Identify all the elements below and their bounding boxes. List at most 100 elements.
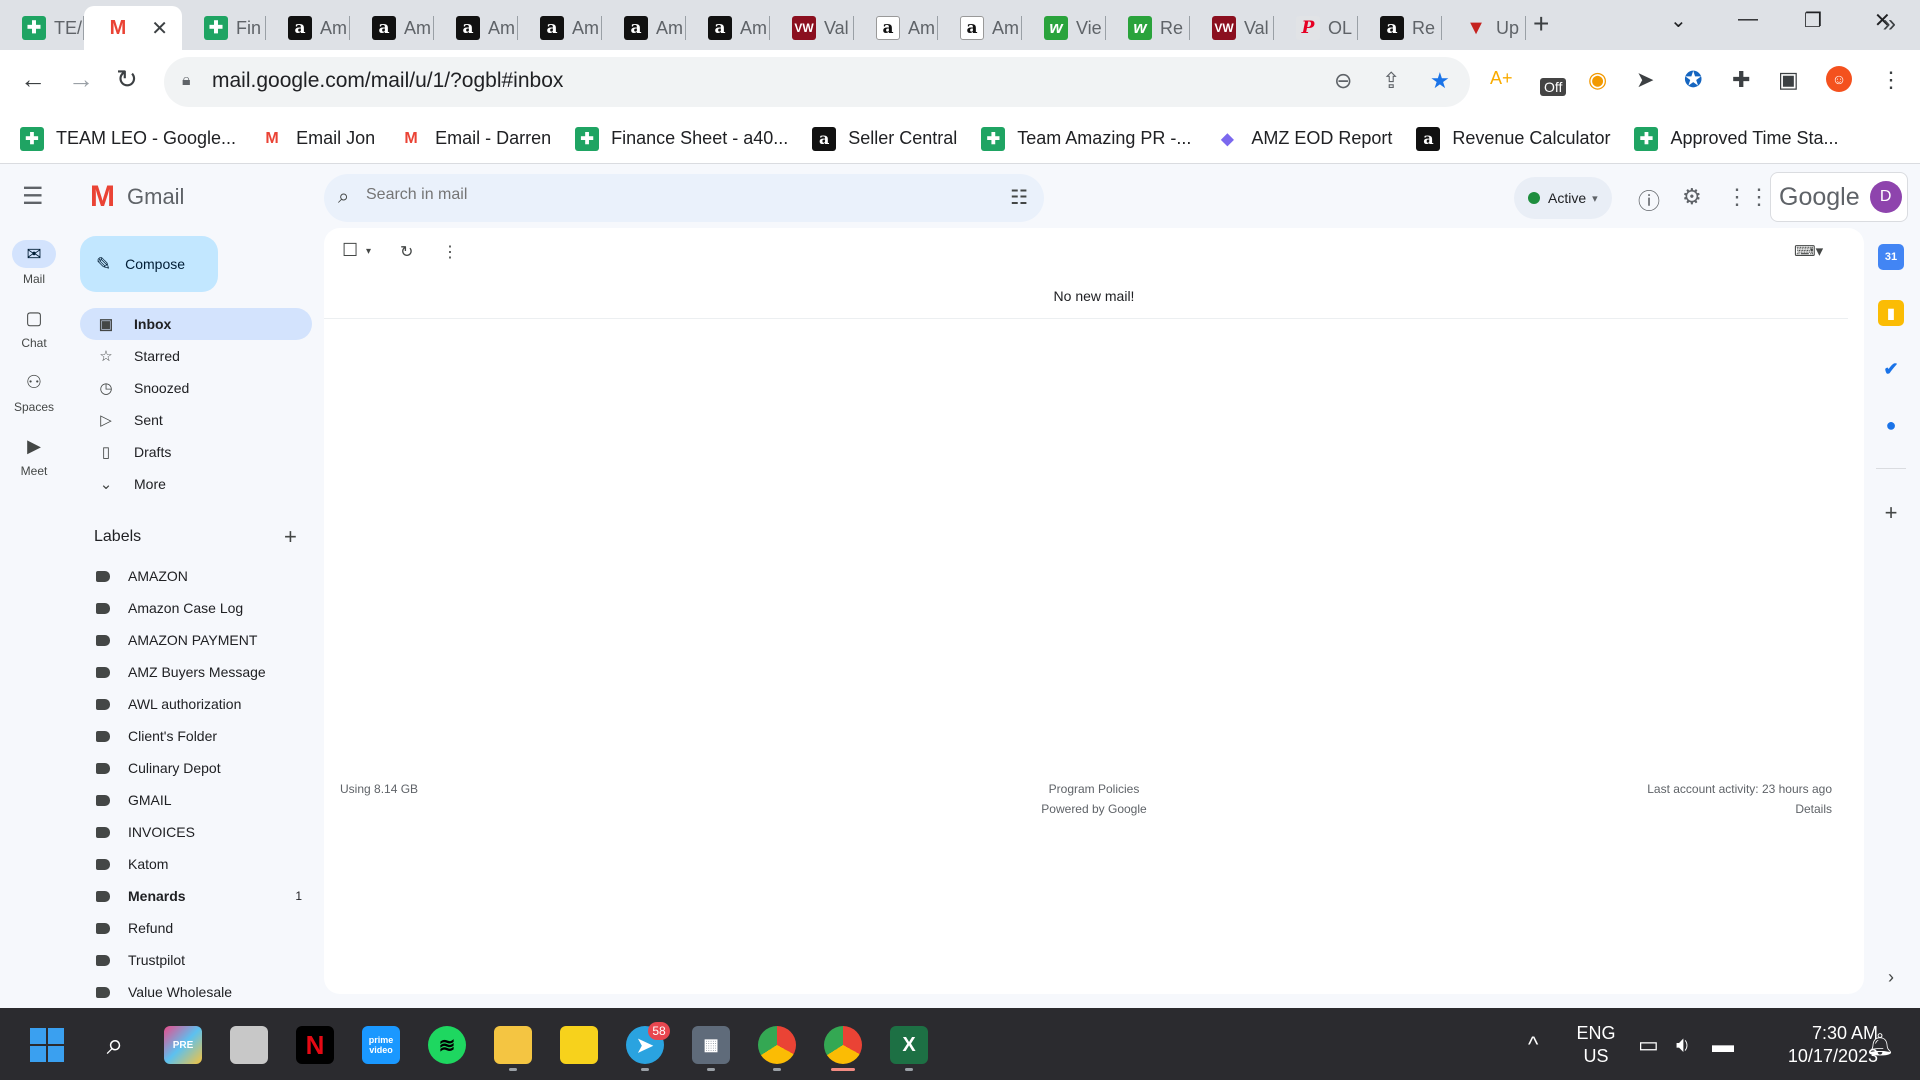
file-explorer-icon[interactable]	[494, 1026, 532, 1064]
bookmark-item[interactable]: ✚ Approved Time Sta...	[1634, 126, 1839, 151]
rail-item-chat[interactable]: ▢ Chat	[0, 304, 68, 350]
browser-tab[interactable]: a Am	[938, 6, 1022, 50]
copilot-pre-icon[interactable]: PRE	[164, 1026, 202, 1064]
sticky-notes-icon[interactable]	[560, 1026, 598, 1064]
taskbar-search-icon[interactable]: ⌕	[96, 1026, 134, 1064]
gmail-logo[interactable]: M Gmail	[90, 180, 184, 214]
side-panel-icon[interactable]: ▣	[1778, 67, 1799, 93]
label-item[interactable]: AMZ Buyers Message	[96, 656, 306, 688]
browser-tab[interactable]: a Am	[854, 6, 938, 50]
profile-avatar-icon[interactable]: ☺	[1826, 66, 1852, 92]
zoom-icon[interactable]: ⊖	[1334, 68, 1352, 94]
contacts-icon[interactable]: ●	[1878, 412, 1904, 438]
avatar[interactable]: D	[1869, 181, 1902, 213]
program-policies-link[interactable]: Program Policies	[944, 779, 1244, 799]
bookmark-item[interactable]: a Seller Central	[812, 126, 957, 151]
close-tab-icon[interactable]: ✕	[151, 16, 168, 41]
bookmarks-overflow-icon[interactable]: »	[1883, 10, 1896, 38]
windows-start-icon[interactable]	[28, 1026, 66, 1064]
details-link[interactable]: Details	[1647, 799, 1832, 819]
chrome-menu-icon[interactable]: ⋮	[1880, 67, 1902, 93]
netflix-icon[interactable]: N	[296, 1026, 334, 1064]
search-input[interactable]	[366, 186, 966, 204]
label-item[interactable]: Value Wholesale	[96, 976, 306, 1008]
help-icon[interactable]: ⓘ	[1638, 184, 1660, 216]
label-item[interactable]: Trustpilot	[96, 944, 306, 976]
sidebar-item-inbox[interactable]: ▣ Inbox	[80, 308, 312, 340]
url-text[interactable]: mail.google.com/mail/u/1/?ogbl#inbox	[212, 69, 563, 93]
browser-tab[interactable]: a Am	[686, 6, 770, 50]
input-tools-keyboard-icon[interactable]: ⌨▾	[1794, 242, 1823, 260]
storage-usage[interactable]: Using 8.14 GB	[340, 779, 418, 799]
browser-tab[interactable]: w Vie	[1022, 6, 1106, 50]
more-options-icon[interactable]: ⋮	[442, 242, 458, 262]
sidebar-item-snoozed[interactable]: ◷ Snoozed	[80, 372, 312, 404]
main-menu-icon[interactable]: ☰	[22, 182, 44, 211]
restore-icon[interactable]: ❐	[1804, 8, 1822, 33]
refresh-icon[interactable]: ↻	[400, 242, 413, 262]
battery-icon[interactable]: ▬	[1712, 1032, 1734, 1058]
browser-tab[interactable]: a Am	[434, 6, 518, 50]
account-switcher[interactable]: Google D	[1770, 172, 1908, 222]
status-selector[interactable]: Active ▾	[1514, 177, 1612, 219]
label-item[interactable]: AMAZON	[96, 560, 306, 592]
address-bar[interactable]: 🔒︎ mail.google.com/mail/u/1/?ogbl#inbox …	[164, 57, 1470, 107]
back-icon[interactable]: ←	[20, 64, 46, 95]
label-item[interactable]: INVOICES	[96, 816, 306, 848]
browser-tab[interactable]: a Re	[1358, 6, 1442, 50]
label-item[interactable]: Refund	[96, 912, 306, 944]
tasks-icon[interactable]: ✔	[1878, 356, 1904, 382]
rail-item-spaces[interactable]: ⚇ Spaces	[0, 368, 68, 414]
browser-tab[interactable]: M ✕	[84, 6, 182, 50]
network-icon[interactable]: ▭	[1638, 1032, 1659, 1058]
apps-grid-icon[interactable]: ⋮⋮	[1726, 184, 1770, 210]
extension-circle-icon[interactable]: ✪	[1684, 67, 1702, 93]
reload-icon[interactable]: ↻	[116, 64, 138, 95]
search-icon[interactable]: ⌕	[338, 186, 349, 209]
extension-scout-icon[interactable]: A+	[1490, 68, 1513, 89]
calculator-icon[interactable]: ▦	[692, 1026, 730, 1064]
browser-tab[interactable]: a Am	[518, 6, 602, 50]
browser-tab[interactable]: ▼ Up	[1442, 6, 1526, 50]
label-item[interactable]: Client's Folder	[96, 720, 306, 752]
browser-tab[interactable]: VW Val	[1190, 6, 1274, 50]
notification-bell-icon[interactable]: 🔔︎	[1866, 1032, 1894, 1058]
browser-tab[interactable]: ✚ Fin	[182, 6, 266, 50]
bookmark-item[interactable]: ✚ Team Amazing PR -...	[981, 126, 1191, 151]
forward-icon[interactable]: →	[68, 64, 94, 95]
show-side-panel-icon[interactable]: ›	[1878, 964, 1904, 990]
label-item[interactable]: AWL authorization	[96, 688, 306, 720]
select-menu-chevron-icon[interactable]: ▾	[366, 246, 371, 257]
sidebar-item-more[interactable]: ⌄ More	[80, 468, 312, 500]
settings-gear-icon[interactable]: ⚙	[1682, 184, 1702, 210]
browser-tab[interactable]: a Am	[602, 6, 686, 50]
extension-off-icon[interactable]: Off	[1540, 78, 1567, 96]
bookmark-item[interactable]: M Email - Darren	[399, 127, 551, 151]
bookmark-item[interactable]: ◆ AMZ EOD Report	[1215, 127, 1392, 151]
clock[interactable]: 7:30 AM 10/17/2023	[1754, 1022, 1878, 1068]
compose-button[interactable]: ✎ Compose	[80, 236, 218, 292]
label-item[interactable]: GMAIL	[96, 784, 306, 816]
volume-icon[interactable]: 🔉︎	[1676, 1032, 1690, 1058]
bookmark-item[interactable]: ✚ Finance Sheet - a40...	[575, 126, 788, 151]
keep-icon[interactable]: ▮	[1878, 300, 1904, 326]
sidebar-item-starred[interactable]: ☆ Starred	[80, 340, 312, 372]
label-item[interactable]: Culinary Depot	[96, 752, 306, 784]
label-item[interactable]: Menards 1	[96, 880, 306, 912]
extensions-puzzle-icon[interactable]: ✚	[1732, 67, 1750, 93]
search-options-icon[interactable]: ☷	[1010, 185, 1028, 210]
language-indicator[interactable]: ENG US	[1572, 1022, 1620, 1068]
search-bar[interactable]: ⌕ ☷	[324, 174, 1044, 222]
sidebar-item-drafts[interactable]: ▯ Drafts	[80, 436, 312, 468]
bookmark-star-icon[interactable]: ★	[1430, 68, 1450, 94]
rail-item-meet[interactable]: ▶ Meet	[0, 432, 68, 478]
browser-tab[interactable]: w Re	[1106, 6, 1190, 50]
browser-tab[interactable]: P OL	[1274, 6, 1358, 50]
sidebar-item-sent[interactable]: ▷ Sent	[80, 404, 312, 436]
chrome-active-icon[interactable]	[824, 1026, 862, 1064]
bookmark-item[interactable]: a Revenue Calculator	[1416, 126, 1610, 151]
browser-tab[interactable]: a Am	[350, 6, 434, 50]
excel-icon[interactable]: X	[890, 1026, 928, 1064]
add-label-icon[interactable]: +	[284, 524, 297, 550]
browser-tab[interactable]: ✚ TE/	[0, 6, 84, 50]
